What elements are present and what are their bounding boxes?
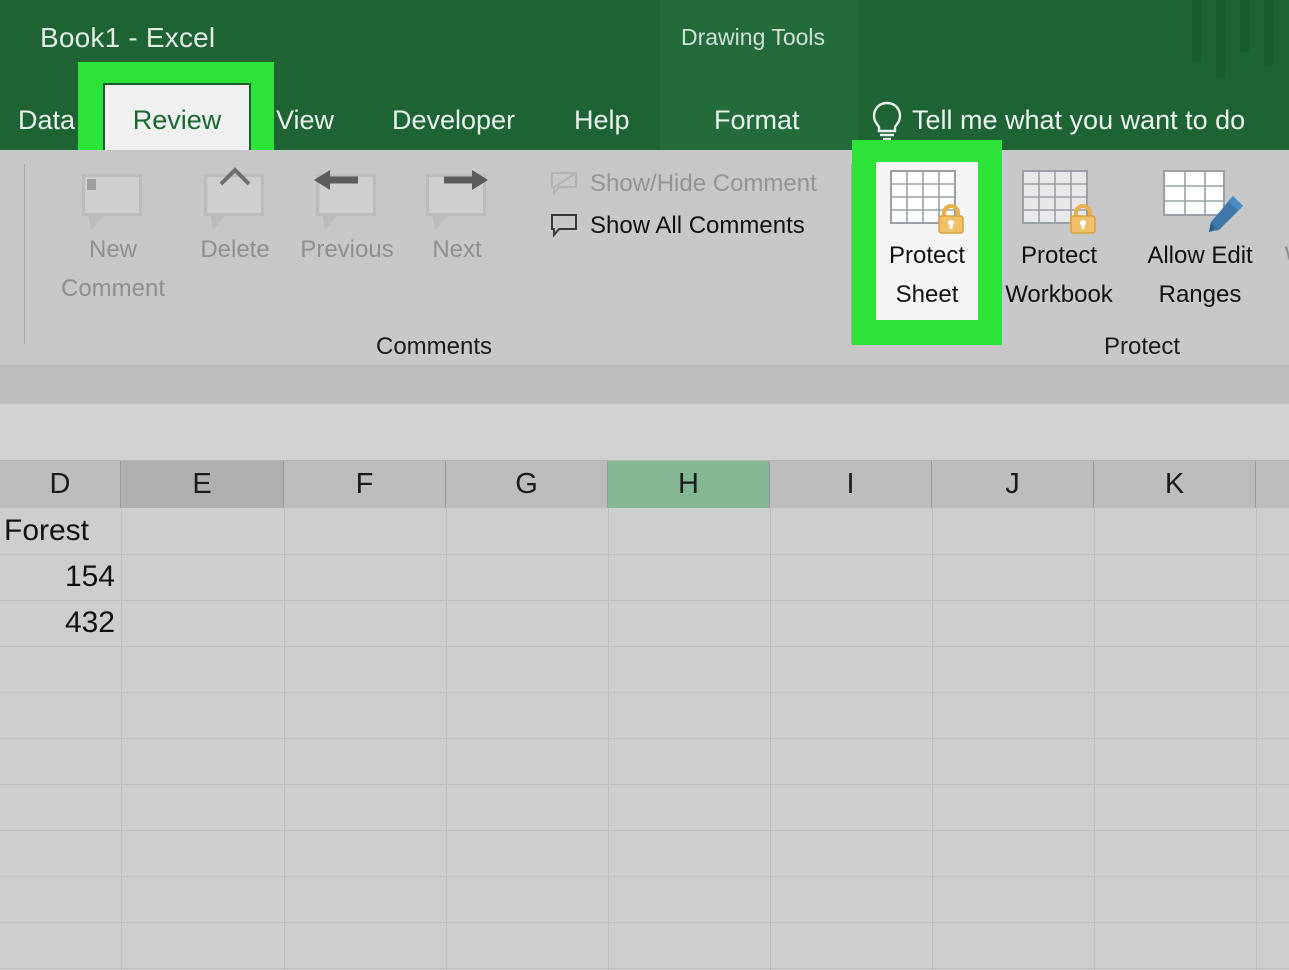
ribbon: New Comment Delete Previous Next Show/Hi… [0,140,1289,366]
show-hide-comment-icon [551,172,577,196]
tab-data[interactable]: Data [18,92,75,148]
show-all-comments-label: Show All Comments [590,212,805,239]
protect-group-label: Protect [1104,333,1181,360]
next-comment-icon [420,168,494,230]
show-all-comments-button[interactable]: Show All Comments [550,208,805,244]
cell-d1[interactable]: Forest [4,508,89,554]
previous-comment-icon [310,168,384,230]
allow-edit-ranges-icon [1157,166,1243,236]
protect-workbook-label-line2: Workbook [1005,281,1113,308]
previous-comment-button[interactable]: Previous [288,168,406,269]
column-header-g[interactable]: G [446,461,608,508]
new-comment-label-line2: Comment [60,275,166,302]
tab-developer[interactable]: Developer [392,92,515,148]
toolbar-strip [0,366,1289,405]
new-comment-button[interactable]: New Comment [54,168,172,308]
tab-format[interactable]: Format [714,92,800,148]
show-hide-comment-label: Show/Hide Comment [590,170,817,197]
excel-window: Book1 - Excel Drawing Tools Data Review … [0,0,1289,970]
column-header-j[interactable]: J [932,461,1094,508]
previous-comment-label: Previous [300,236,394,263]
column-header-d[interactable]: D [0,461,121,508]
tab-help[interactable]: Help [574,92,630,148]
next-comment-label: Next [432,236,482,263]
column-header-k[interactable]: K [1094,461,1256,508]
column-header-i[interactable]: I [770,461,932,508]
protect-sheet-button[interactable]: Protect Sheet [876,162,978,320]
protect-workbook-icon [1016,166,1102,236]
window-title: Book1 - Excel [40,22,216,53]
allow-edit-ranges-label-line1: Allow Edit [1147,242,1253,269]
cell-d3[interactable]: 432 [0,600,115,646]
new-comment-icon [76,168,150,230]
decor-bar [1216,0,1225,78]
clipped-protect-label: W [1276,236,1289,275]
cell-d2[interactable]: 154 [0,554,115,600]
column-header-row: D E F G H I J K [0,461,1289,508]
tab-review-face[interactable]: Review [103,83,251,157]
decor-bar [1192,0,1201,62]
delete-comment-button[interactable]: Delete [176,167,294,269]
protect-sheet-icon [884,166,970,236]
comments-group-label: Comments [376,333,493,360]
show-hide-comment-button[interactable]: Show/Hide Comment [550,166,817,202]
protect-workbook-label-line1: Protect [1020,242,1098,269]
allow-edit-ranges-label-line2: Ranges [1158,281,1242,308]
column-header-e[interactable]: E [121,461,284,508]
column-header-l-partial[interactable] [1256,461,1289,508]
next-comment-button[interactable]: Next [398,168,516,269]
formula-bar[interactable] [0,404,1289,461]
show-all-comments-icon [551,214,577,238]
delete-comment-icon [198,167,272,230]
clipped-protect-button[interactable]: W [1276,166,1289,275]
column-header-f[interactable]: F [284,461,446,508]
decor-bar [1240,0,1249,52]
protect-workbook-button[interactable]: Protect Workbook [995,166,1123,314]
column-header-h[interactable]: H [608,461,770,508]
delete-comment-label: Delete [200,236,270,263]
lightbulb-icon [872,101,902,141]
allow-edit-ranges-button[interactable]: Allow Edit Ranges [1132,166,1268,314]
contextual-tab-title: Drawing Tools [681,24,826,50]
decor-bar [1264,0,1273,66]
protect-sheet-label-line1: Protect [888,242,966,269]
worksheet-grid[interactable]: Forest 154 432 [0,508,1289,970]
group-separator [24,164,25,344]
new-comment-label-line1: New [88,236,137,263]
protect-sheet-label-line2: Sheet [895,281,959,308]
tab-view[interactable]: View [276,92,334,148]
